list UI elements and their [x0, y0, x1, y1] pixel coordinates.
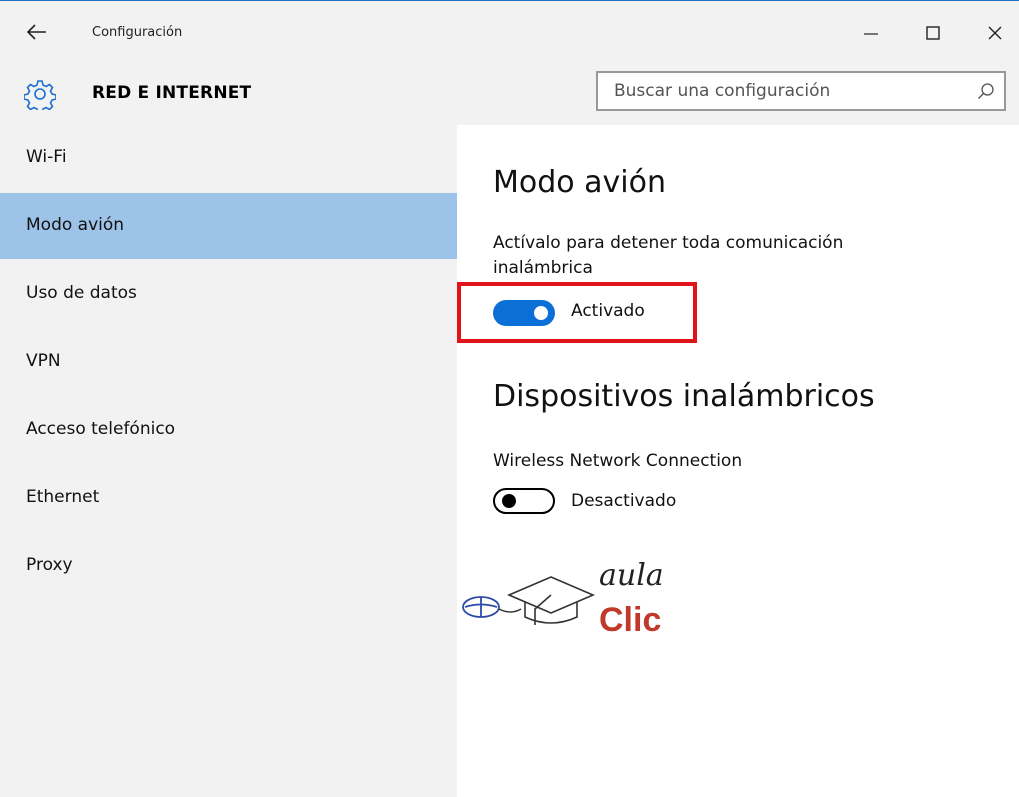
window-title: Configuración	[92, 25, 183, 40]
sidebar-item-label: VPN	[26, 351, 61, 371]
search-input[interactable]	[598, 73, 968, 109]
settings-header: RED E INTERNET	[0, 63, 1019, 125]
wireless-network-toggle[interactable]	[493, 488, 555, 514]
sidebar-item-label: Modo avión	[26, 215, 125, 235]
sidebar-item-label: Wi-Fi	[26, 147, 67, 167]
minimize-icon	[864, 33, 878, 35]
toggle-knob	[502, 494, 516, 508]
sidebar-item-ethernet[interactable]: Ethernet	[0, 465, 457, 531]
sidebar: Wi-Fi Modo avión Uso de datos VPN Acceso…	[0, 125, 457, 797]
toggle-knob	[534, 306, 548, 320]
airplane-mode-description: Actívalo para detener toda comunicación …	[493, 233, 844, 278]
sidebar-item-label: Ethernet	[26, 487, 100, 507]
airplane-mode-toggle[interactable]	[493, 300, 555, 326]
back-button[interactable]	[26, 21, 48, 43]
minimize-button[interactable]	[854, 19, 888, 47]
sidebar-item-acceso-telefonico[interactable]: Acceso telefónico	[0, 397, 457, 463]
maximize-icon	[926, 26, 940, 40]
wireless-network-toggle-label: Desactivado	[571, 491, 677, 511]
mouse-icon	[462, 596, 522, 618]
graduation-cap-icon	[506, 576, 596, 625]
sidebar-item-wifi[interactable]: Wi-Fi	[0, 125, 457, 191]
gear-icon	[24, 80, 56, 110]
wireless-devices-heading: Dispositivos inalámbricos	[493, 379, 875, 414]
logo-text-aula: aula	[599, 558, 664, 593]
airplane-mode-toggle-label: Activado	[571, 301, 645, 321]
close-icon	[988, 26, 1002, 40]
maximize-button[interactable]	[916, 19, 950, 47]
close-button[interactable]	[978, 19, 1012, 47]
content-pane: Modo avión Actívalo para detener toda co…	[457, 125, 1019, 797]
search-box[interactable]	[596, 71, 1006, 111]
wireless-device-name: Wireless Network Connection	[493, 451, 743, 471]
sidebar-item-vpn[interactable]: VPN	[0, 329, 457, 395]
sidebar-item-label: Uso de datos	[26, 283, 137, 303]
search-icon[interactable]	[976, 81, 996, 101]
settings-window: Configuración RED E INTERNET Buscar una …	[0, 0, 1019, 797]
title-bar: Configuración	[0, 1, 1019, 63]
sidebar-item-label: Acceso telefónico	[26, 419, 176, 439]
sidebar-item-modo-avion[interactable]: Modo avión	[0, 193, 457, 259]
sidebar-item-label: Proxy	[26, 555, 73, 575]
back-arrow-icon	[26, 24, 46, 40]
logo-text-clic: Clic	[599, 601, 661, 639]
sidebar-item-proxy[interactable]: Proxy	[0, 533, 457, 599]
section-title: RED E INTERNET	[92, 83, 252, 103]
sidebar-item-uso-de-datos[interactable]: Uso de datos	[0, 261, 457, 327]
aulaclic-logo: aula Clic	[462, 558, 664, 639]
airplane-mode-heading: Modo avión	[493, 165, 667, 200]
